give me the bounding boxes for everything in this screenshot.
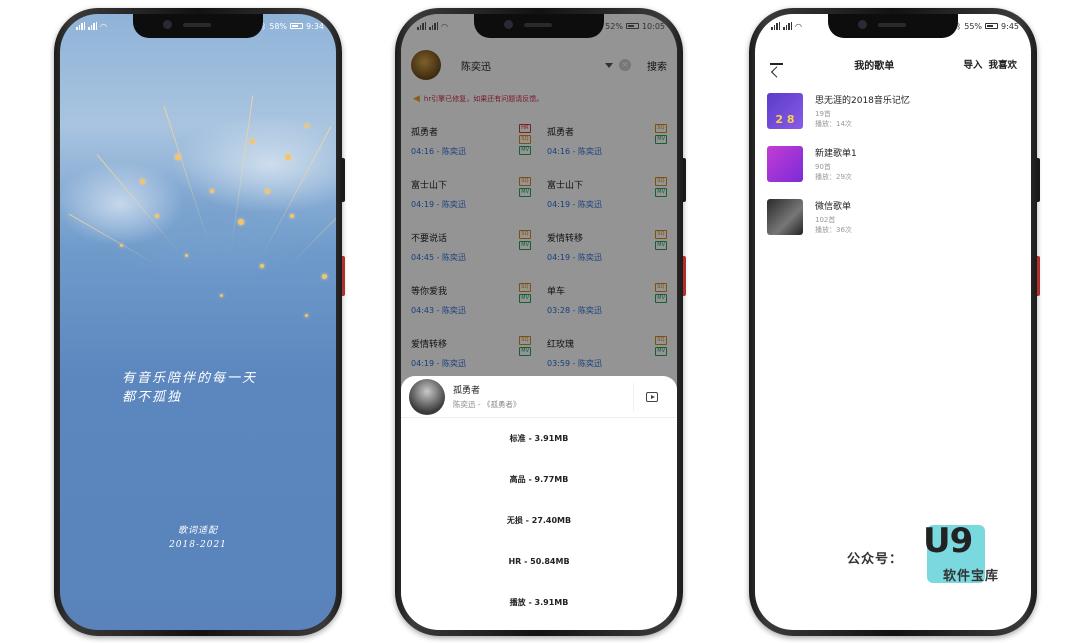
- quality-option[interactable]: 高品 - 9.77MB: [401, 459, 677, 500]
- playlist-cover: [767, 145, 803, 182]
- signal-icon: [771, 22, 780, 30]
- playlist-cover: [767, 92, 803, 129]
- favorites-button[interactable]: 我喜欢: [988, 57, 1017, 71]
- watermark: 公众号： U9 软件宝库: [847, 521, 1027, 591]
- playlist-name: 思无涯的2018音乐记忆: [815, 95, 910, 106]
- playlist-cover: [767, 198, 803, 235]
- playlist-plays: 播放：29次: [815, 172, 852, 181]
- wifi-icon: ◠: [441, 21, 448, 31]
- playlist-list: 思无涯的2018音乐记忆 19首 播放：14次 新建歌单1 90首 播放：29次…: [767, 84, 1019, 243]
- playlists-screen: ◠ ᛒ 55% 9:45 我的歌单 导入 我喜欢 思无涯的2018音乐记忆: [755, 14, 1031, 630]
- battery-icon: [985, 23, 999, 29]
- playlist-item[interactable]: 新建歌单1 90首 播放：29次: [767, 137, 1019, 190]
- battery-percent: 52%: [605, 21, 623, 31]
- sheet-song-subtitle: 陈奕迅 - 《孤勇者》: [453, 400, 521, 409]
- watermark-logo-text: U9: [923, 521, 973, 561]
- quote-line: 都不孤独: [122, 390, 183, 405]
- status-time: 10:05: [641, 21, 665, 31]
- wifi-icon: ◠: [100, 21, 107, 31]
- splash-quote: 有音乐陪伴的每一天 都不孤独: [122, 369, 257, 407]
- battery-icon: [625, 23, 639, 29]
- splash-screen: ◠ ᛒ 58% 9:34 有音乐陪伴的每一天 都不孤独 歌词适配 2018-20…: [60, 14, 336, 630]
- phone-search: ◠ 52% 10:05 陈奕迅 × 搜索 ◀ hr引擎已修复，如果还有问题请反馈…: [395, 8, 686, 636]
- quote-line: 有音乐陪伴的每一天: [122, 371, 258, 386]
- signal-icon: [783, 22, 792, 30]
- phone-playlists: ◠ ᛒ 55% 9:45 我的歌单 导入 我喜欢 思无涯的2018音乐记忆: [749, 8, 1040, 636]
- import-button[interactable]: 导入: [963, 57, 982, 71]
- wifi-icon: ◠: [795, 21, 802, 31]
- playlist-name: 微信歌单: [815, 201, 852, 212]
- signal-icon: [76, 22, 85, 30]
- signal-icon: [88, 22, 97, 30]
- quality-option[interactable]: 标准 - 3.91MB: [401, 418, 677, 459]
- watermark-prefix: 公众号：: [847, 552, 904, 567]
- status-time: 9:45: [1001, 21, 1019, 31]
- battery-percent: 58%: [269, 21, 288, 31]
- playlist-count: 90首: [815, 162, 831, 171]
- mv-play-button[interactable]: [633, 382, 669, 411]
- quality-option[interactable]: 无损 - 27.40MB: [401, 500, 677, 541]
- signal-icon: [429, 22, 438, 30]
- back-arrow-icon[interactable]: [769, 58, 785, 70]
- quality-option[interactable]: HR - 50.84MB: [401, 541, 677, 582]
- quality-sheet: 孤勇者 陈奕迅 - 《孤勇者》 标准 - 3.91MB 高品 - 9.77MB …: [401, 376, 677, 630]
- playlist-item[interactable]: 微信歌单 102首 播放：36次: [767, 190, 1019, 243]
- playlist-plays: 播放：36次: [815, 225, 852, 234]
- quality-option[interactable]: 播放 - 3.91MB: [401, 582, 677, 623]
- playlist-item[interactable]: 思无涯的2018音乐记忆 19首 播放：14次: [767, 84, 1019, 137]
- watermark-subtitle: 软件宝库: [943, 569, 1000, 584]
- brand-years: 2018-2021: [169, 540, 227, 550]
- splash-brand: 歌词适配 2018-2021: [60, 524, 336, 552]
- playlists-header: 我的歌单 导入 我喜欢: [755, 50, 1031, 78]
- status-time: 9:34: [306, 21, 324, 31]
- phone-splash: ◠ ᛒ 58% 9:34 有音乐陪伴的每一天 都不孤独 歌词适配 2018-20…: [54, 8, 345, 636]
- playlist-plays: 播放：14次: [815, 119, 852, 128]
- signal-icon: [417, 22, 426, 30]
- playlist-count: 19首: [815, 109, 831, 118]
- brand-name: 歌词适配: [177, 526, 218, 536]
- sheet-header: 孤勇者 陈奕迅 - 《孤勇者》: [401, 376, 677, 418]
- playlist-count: 102首: [815, 215, 836, 224]
- battery-percent: 55%: [964, 21, 983, 31]
- battery-icon: [290, 23, 304, 29]
- page-title: 我的歌单: [854, 60, 895, 72]
- play-icon: [645, 391, 658, 402]
- sheet-song-title: 孤勇者: [453, 386, 481, 396]
- album-thumbnail: [409, 378, 445, 415]
- search-screen: ◠ 52% 10:05 陈奕迅 × 搜索 ◀ hr引擎已修复，如果还有问题请反馈…: [401, 14, 677, 630]
- playlist-name: 新建歌单1: [815, 148, 857, 159]
